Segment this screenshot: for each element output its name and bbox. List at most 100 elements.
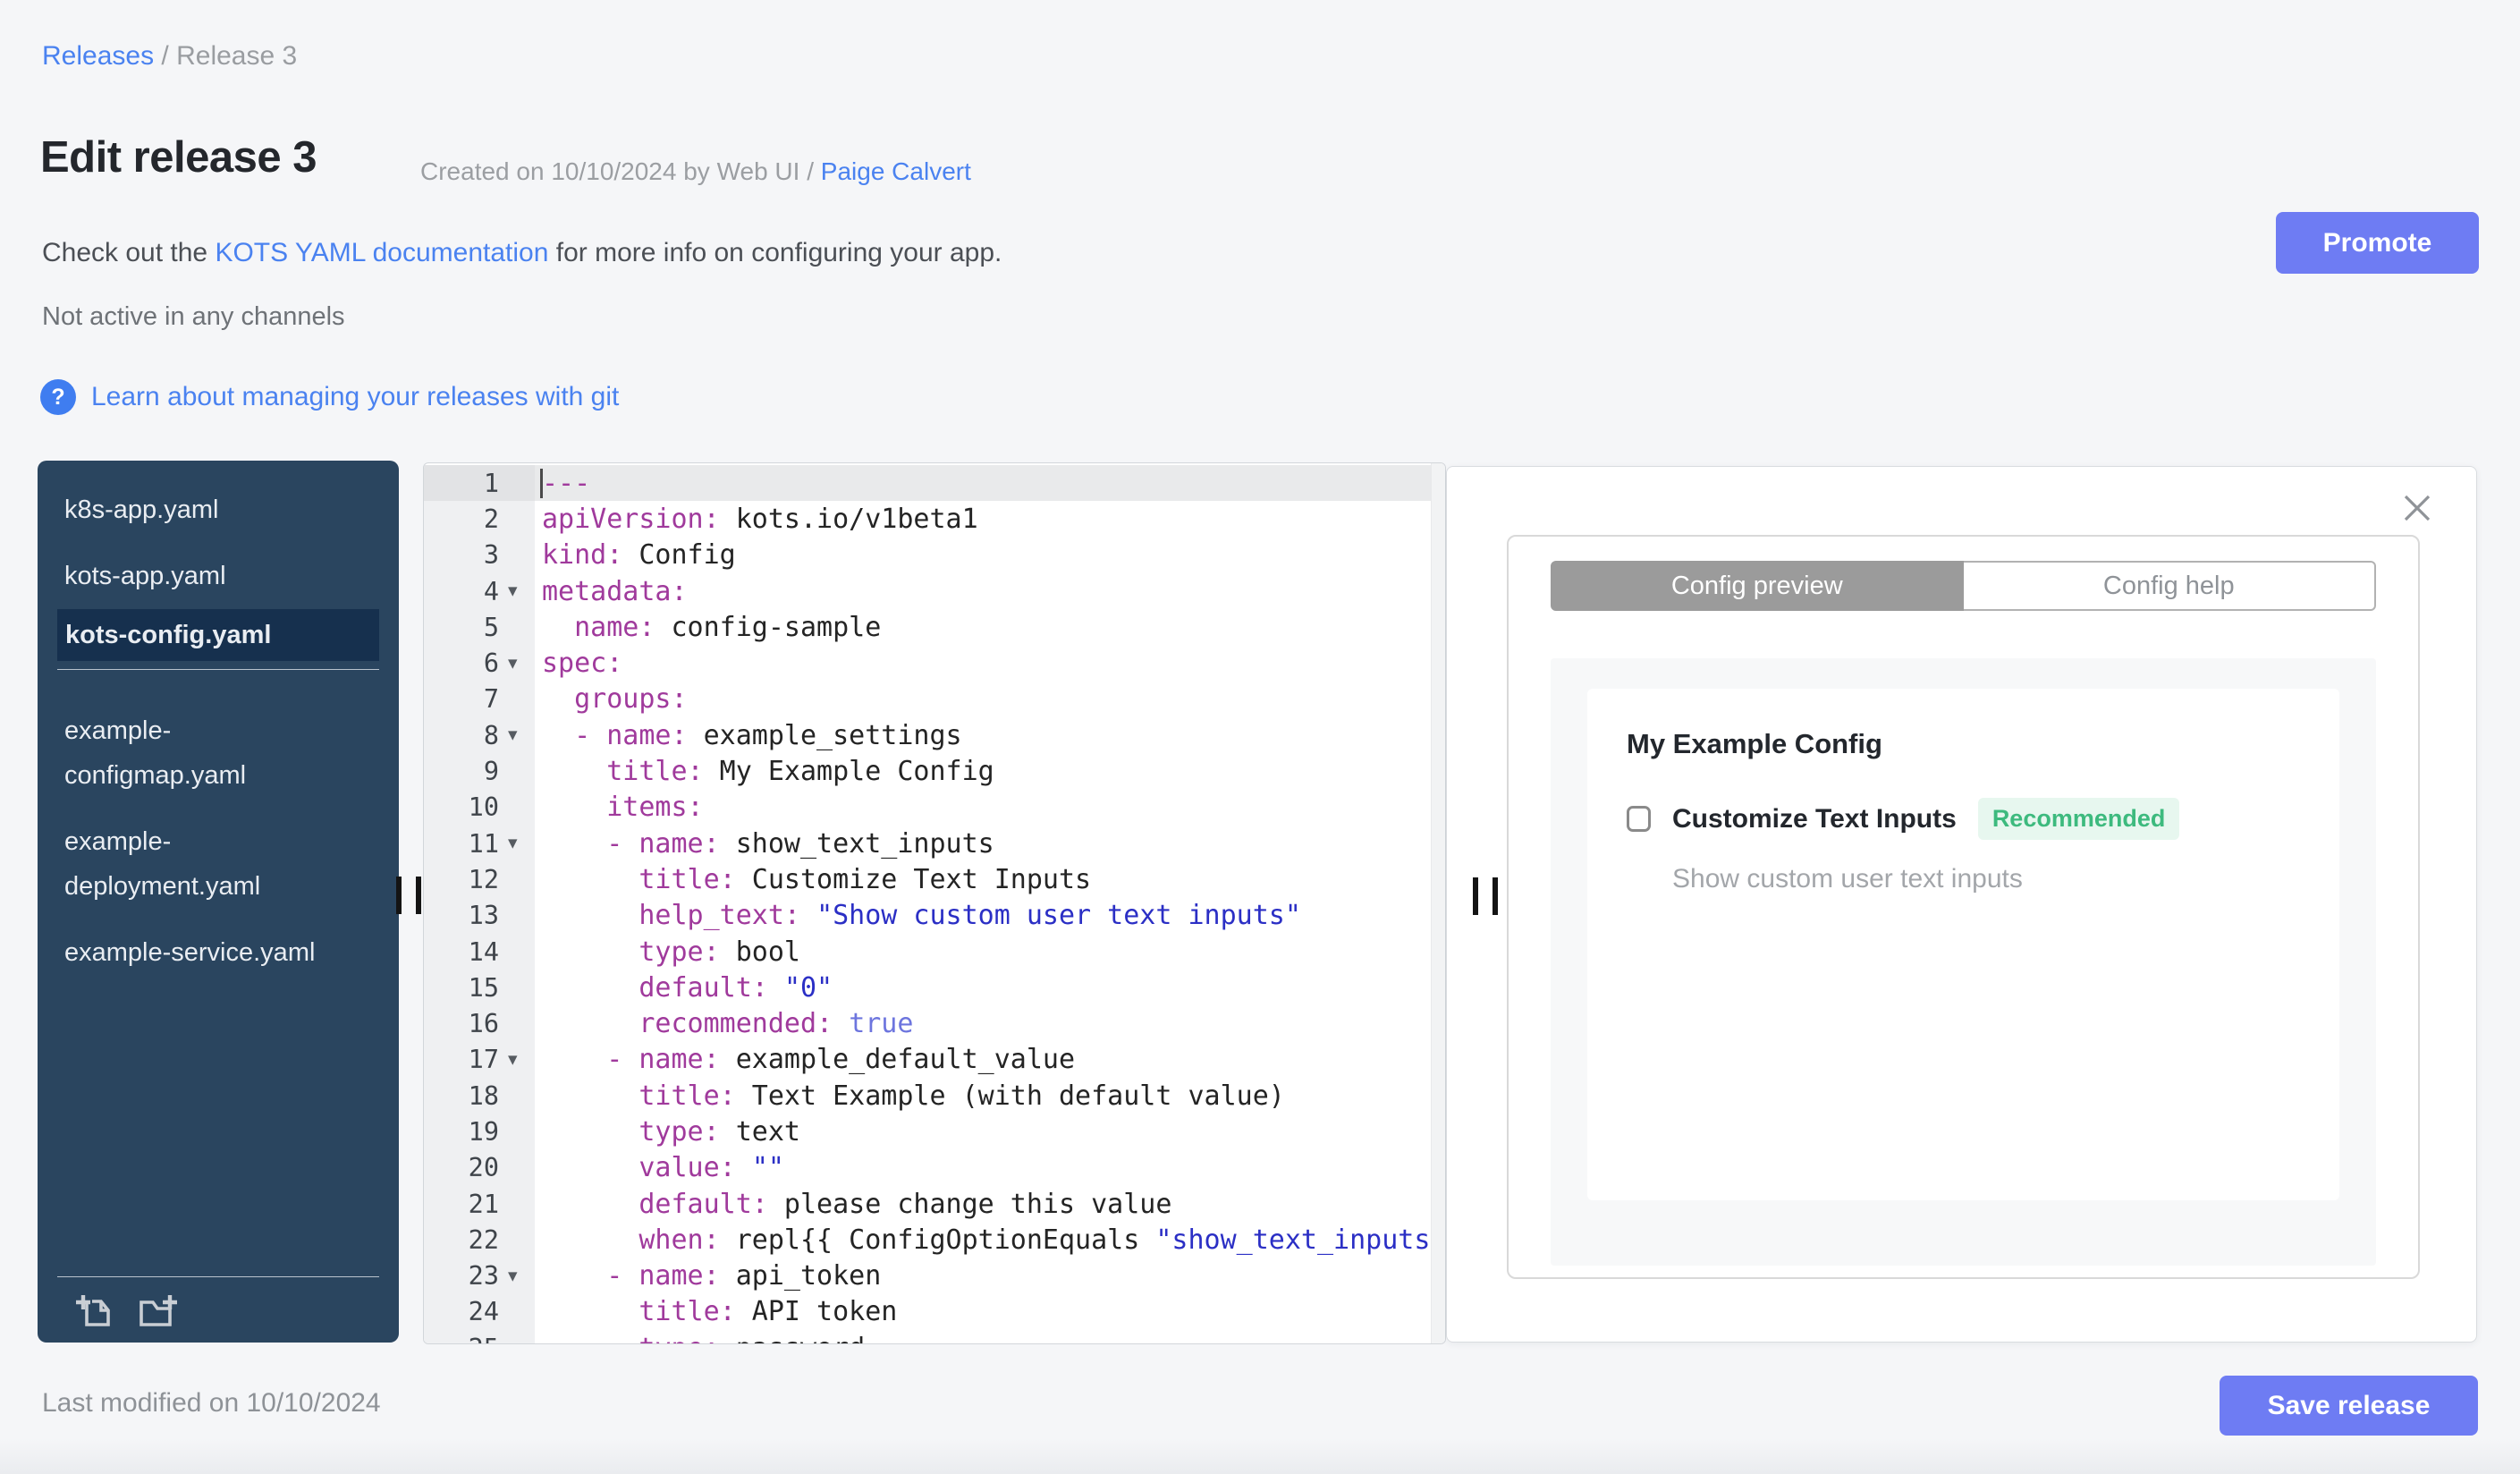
page-title: Edit release 3 <box>40 133 317 182</box>
tab-config-help[interactable]: Config help <box>1963 561 2376 611</box>
fold-caret-icon[interactable]: ▾ <box>508 1048 518 1070</box>
line-number: 14 <box>424 933 535 970</box>
file-item[interactable]: kots-config.yaml <box>57 609 379 661</box>
line-number: 4 ▾ <box>424 572 535 610</box>
line-number: 24 <box>424 1293 535 1331</box>
created-prefix: Created on 10/10/2024 by Web UI / <box>420 157 821 185</box>
new-folder-icon <box>140 1295 177 1326</box>
code-line[interactable]: 1 --- <box>424 465 1445 502</box>
file-item[interactable]: kots-app.yaml <box>38 543 346 609</box>
fold-caret-icon[interactable]: ▾ <box>508 832 518 853</box>
code-text: default: please change this value <box>638 1188 1172 1220</box>
breadcrumb-releases-link[interactable]: Releases <box>42 41 154 71</box>
git-docs-link[interactable]: Learn about managing your releases with … <box>91 382 619 412</box>
file-item[interactable]: example-configmap.yaml <box>38 698 346 809</box>
code-line[interactable]: 25 type: password <box>424 1330 1445 1343</box>
config-group-card: My Example Config Customize Text Inputs … <box>1587 689 2339 1200</box>
new-folder-button[interactable] <box>134 1289 179 1330</box>
breadcrumb-current: Release 3 <box>176 41 298 71</box>
fold-caret-icon[interactable]: ▾ <box>508 1265 518 1286</box>
tab-config-preview[interactable]: Config preview <box>1551 561 1964 611</box>
code-line[interactable]: 20 value: "" <box>424 1149 1445 1186</box>
panel-resize-handle[interactable] <box>1473 877 1498 915</box>
code-line[interactable]: 24 title: API token <box>424 1293 1445 1331</box>
code-line[interactable]: 13 help_text: "Show custom user text inp… <box>424 897 1445 934</box>
kots-docs-link[interactable]: KOTS YAML documentation <box>215 238 548 267</box>
code-text: title: My Example Config <box>606 756 994 788</box>
code-line[interactable]: 12 title: Customize Text Inputs <box>424 861 1445 898</box>
recommended-badge: Recommended <box>1977 798 2180 840</box>
doc-text: Check out the KOTS YAML documentation fo… <box>42 238 1002 268</box>
code-line[interactable]: 9 title: My Example Config <box>424 753 1445 790</box>
doc-after: for more info on configuring your app. <box>548 238 1002 267</box>
code-text: apiVersion: kots.io/v1beta1 <box>542 503 978 535</box>
config-item-row: Customize Text Inputs Recommended <box>1627 798 2180 840</box>
git-docs-row[interactable]: ? Learn about managing your releases wit… <box>40 379 619 415</box>
line-number: 13 <box>424 897 535 934</box>
code-line[interactable]: 11 ▾ - name: show_text_inputs <box>424 825 1445 862</box>
sidebar-resize-handle[interactable] <box>396 877 421 914</box>
new-file-icon <box>76 1295 110 1326</box>
code-text: type: bool <box>638 936 800 968</box>
code-line[interactable]: 17 ▾ - name: example_default_value <box>424 1041 1445 1079</box>
line-number: 21 <box>424 1185 535 1223</box>
doc-before: Check out the <box>42 238 216 267</box>
new-file-button[interactable] <box>73 1289 114 1330</box>
config-checkbox[interactable] <box>1627 806 1651 832</box>
channel-status-text: Not active in any channels <box>42 302 345 331</box>
code-line[interactable]: 14 type: bool <box>424 933 1445 970</box>
code-line[interactable]: 8 ▾ - name: example_settings <box>424 717 1445 754</box>
code-line[interactable]: 10 items: <box>424 789 1445 826</box>
fold-caret-icon[interactable]: ▾ <box>508 652 518 673</box>
code-text: title: API token <box>638 1296 898 1328</box>
code-line[interactable]: 7 groups: <box>424 681 1445 718</box>
preview-tabs: Config preview Config help <box>1551 561 2376 611</box>
created-text: Created on 10/10/2024 by Web UI / Paige … <box>420 157 971 186</box>
line-number: 5 <box>424 609 535 646</box>
code-line[interactable]: 22 when: repl{{ ConfigOptionEquals "show… <box>424 1222 1445 1258</box>
code-text: --- <box>535 465 1445 502</box>
code-text: default: "0" <box>638 971 833 1004</box>
fold-caret-icon[interactable]: ▾ <box>508 724 518 745</box>
line-number: 18 <box>424 1078 535 1114</box>
code-line[interactable]: 18 title: Text Example (with default val… <box>424 1078 1445 1114</box>
code-line[interactable]: 3 kind: Config <box>424 537 1445 573</box>
line-number: 15 <box>424 970 535 1006</box>
code-text: - name: example_default_value <box>606 1044 1076 1076</box>
breadcrumb: Releases / Release 3 <box>42 41 297 72</box>
line-number: 9 <box>424 753 535 790</box>
yaml-editor[interactable]: 1 --- 2 apiVersion: kots.io/v1beta1 3 kind: C… <box>423 462 1446 1344</box>
code-line[interactable]: 5 name: config-sample <box>424 609 1445 646</box>
author-link[interactable]: Paige Calvert <box>821 157 971 185</box>
file-item[interactable]: example-service.yaml <box>38 919 346 986</box>
code-line[interactable]: 4 ▾ metadata: <box>424 572 1445 610</box>
code-line[interactable]: 6 ▾ spec: <box>424 645 1445 682</box>
line-number: 7 <box>424 681 535 718</box>
code-line[interactable]: 19 type: text <box>424 1114 1445 1150</box>
code-text: recommended: true <box>638 1008 914 1040</box>
file-item[interactable]: example-deployment.yaml <box>38 809 346 919</box>
code-text: kind: Config <box>542 539 736 572</box>
code-text: title: Customize Text Inputs <box>638 863 1092 895</box>
code-text: - name: api_token <box>606 1260 882 1292</box>
config-panel: Config preview Config help My Example Co… <box>1446 466 2477 1343</box>
file-list-bottom: example-configmap.yaml example-deployment… <box>38 698 399 986</box>
code-line[interactable]: 16 recommended: true <box>424 1005 1445 1042</box>
code-text: when: repl{{ ConfigOptionEquals "show_te… <box>638 1224 1446 1256</box>
save-release-button[interactable]: Save release <box>2220 1376 2478 1436</box>
code-line[interactable]: 15 default: "0" <box>424 970 1445 1006</box>
file-sidebar: k8s-app.yaml kots-app.yaml kots-config.yam… <box>38 461 399 1343</box>
code-line[interactable]: 21 default: please change this value <box>424 1185 1445 1223</box>
close-button[interactable] <box>2397 488 2438 529</box>
code-text: title: Text Example (with default value) <box>638 1080 1285 1112</box>
config-help-text: Show custom user text inputs <box>1672 864 2023 894</box>
promote-button[interactable]: Promote <box>2276 212 2479 274</box>
fold-caret-icon[interactable]: ▾ <box>508 580 518 601</box>
editor-scrollbar[interactable] <box>1431 463 1445 1343</box>
line-number: 3 <box>424 537 535 573</box>
code-line[interactable]: 2 apiVersion: kots.io/v1beta1 <box>424 501 1445 538</box>
line-number: 25 <box>424 1330 535 1343</box>
help-icon[interactable]: ? <box>40 379 76 415</box>
code-line[interactable]: 23 ▾ - name: api_token <box>424 1258 1445 1294</box>
file-item[interactable]: k8s-app.yaml <box>38 477 346 543</box>
